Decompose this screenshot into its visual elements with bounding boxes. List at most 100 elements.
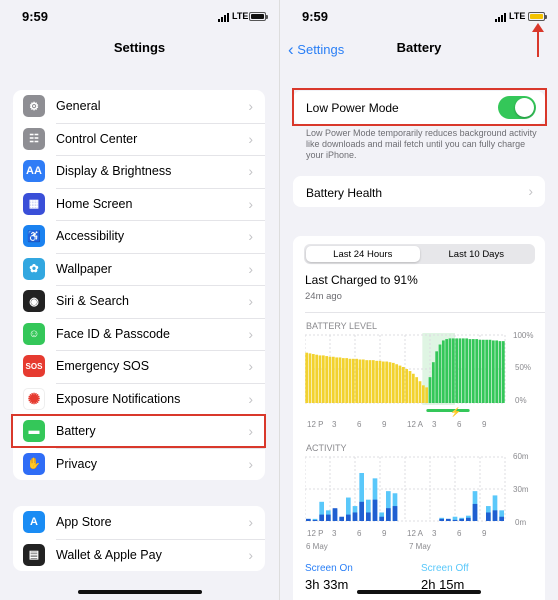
battery-bar [335, 357, 339, 403]
battery-bar [391, 362, 395, 403]
settings-row-face-id-passcode[interactable]: ☺ Face ID & Passcode › [13, 317, 265, 351]
chevron-right-icon: › [248, 195, 253, 212]
activity-bar-screen-off [392, 506, 398, 521]
battery-bar [405, 369, 409, 403]
tab-last-24-hours[interactable]: Last 24 Hours [306, 246, 420, 262]
battery-status-icon [249, 12, 268, 21]
charging-indicator [426, 409, 470, 412]
exposure-icon: ✺ [23, 387, 45, 410]
x-tick: 6 [357, 529, 362, 538]
x-tick: 9 [382, 420, 387, 429]
x-tick: 9 [482, 420, 487, 429]
tab-last-10-days[interactable]: Last 10 Days [420, 246, 534, 262]
activity-bar-screen-off [492, 510, 498, 521]
battery-bar [475, 339, 479, 403]
chevron-right-icon: › [248, 260, 253, 277]
settings-row-siri-search[interactable]: ◉ Siri & Search › [13, 285, 265, 318]
settings-group-store: A App Store › ▤ Wallet & Apple Pay › [13, 506, 265, 571]
settings-row-control-center[interactable]: ☷ Control Center › [13, 122, 265, 156]
y-tick: 100% [513, 331, 534, 340]
battery-bar [425, 387, 429, 403]
battery-bar [408, 371, 412, 403]
control-center-icon: ☷ [23, 127, 45, 150]
settings-row-wallet-apple-pay[interactable]: ▤ Wallet & Apple Pay › [13, 538, 265, 572]
settings-row-label: App Store [56, 515, 112, 530]
screen-on-value: 3h 33m [305, 577, 349, 592]
home-indicator [357, 590, 481, 594]
battery-highlight-box [11, 414, 266, 448]
battery-bar [385, 361, 389, 403]
settings-row-wallpaper[interactable]: ✿ Wallpaper › [13, 252, 265, 286]
chevron-right-icon: › [248, 98, 253, 115]
battery-bar [411, 373, 415, 403]
battery-bar [431, 362, 435, 403]
x-tick: 12 P [307, 420, 324, 429]
battery-health-row[interactable]: Battery Health › [293, 176, 545, 207]
y-tick: 0% [515, 396, 527, 405]
settings-row-emergency-sos[interactable]: SOS Emergency SOS › [13, 350, 265, 383]
date-label: 6 May [306, 542, 328, 551]
hand-icon: ✋ [23, 452, 45, 475]
network-label: LTE [232, 11, 249, 21]
battery-bar [321, 355, 325, 403]
battery-bar [495, 340, 499, 403]
battery-screen: 9:59 LTE ‹ Settings Battery Low Power Mo… [279, 0, 558, 600]
last-charged-ago: 24m ago [305, 291, 342, 302]
activity-bar-screen-off [452, 519, 458, 521]
y-tick: 60m [513, 452, 529, 461]
battery-bar [441, 340, 445, 403]
activity-bar-screen-off [459, 518, 464, 521]
activity-bar-screen-off [332, 508, 338, 521]
chevron-right-icon: › [248, 390, 253, 407]
sos-icon: SOS [23, 355, 45, 377]
settings-row-display-brightness[interactable]: AA Display & Brightness › [13, 155, 265, 188]
settings-row-home-screen[interactable]: ▦ Home Screen › [13, 187, 265, 221]
settings-row-general[interactable]: ⚙ General › [13, 90, 265, 123]
accessibility-icon: ♿ [23, 225, 45, 247]
wallet-icon: ▤ [23, 543, 45, 566]
y-tick: 0m [515, 518, 527, 527]
battery-bar [445, 339, 449, 403]
x-tick: 3 [332, 529, 337, 538]
settings-row-accessibility[interactable]: ♿ Accessibility › [13, 220, 265, 253]
settings-row-label: Wallpaper [56, 261, 112, 276]
battery-bar [481, 339, 485, 403]
x-tick: 3 [432, 529, 437, 538]
charging-bolt-icon: ⚡ [450, 406, 461, 417]
activity-bar-screen-off [439, 518, 444, 521]
battery-bar [428, 377, 432, 403]
battery-bar [375, 360, 379, 403]
battery-bar [311, 354, 315, 403]
screen-on-label: Screen On [305, 563, 353, 574]
activity-bar-screen-off [346, 514, 351, 521]
display-icon: AA [23, 160, 45, 182]
settings-row-exposure-notifications[interactable]: ✺ Exposure Notifications › [13, 382, 265, 416]
settings-row-privacy[interactable]: ✋ Privacy › [13, 447, 265, 481]
battery-bar [348, 358, 352, 403]
usage-card: Last 24 Hours Last 10 Days Last Charged … [293, 236, 545, 600]
battery-bar [381, 361, 385, 403]
y-tick: 50% [515, 363, 532, 372]
home-screen-icon: ▦ [23, 192, 45, 215]
battery-bar [328, 356, 332, 403]
battery-bar [498, 341, 502, 403]
battery-bar [371, 360, 375, 403]
siri-icon: ◉ [23, 290, 45, 312]
chevron-right-icon: › [248, 358, 253, 375]
network-label: LTE [509, 11, 526, 21]
battery-bar [361, 359, 365, 403]
activity-chart [305, 456, 506, 522]
settings-row-label: Home Screen [56, 196, 133, 211]
chevron-right-icon: › [528, 183, 533, 199]
activity-bar-screen-off [352, 512, 358, 521]
low-power-highlight-box [292, 88, 547, 126]
battery-bar [318, 355, 322, 403]
activity-bar-screen-off [499, 516, 504, 521]
battery-bar [455, 338, 459, 403]
home-indicator [77, 590, 202, 594]
y-tick: 30m [513, 485, 529, 494]
x-tick: 9 [382, 529, 387, 538]
settings-row-label: Privacy [56, 456, 97, 471]
settings-row-app-store[interactable]: A App Store › [13, 506, 265, 539]
signal-icon [218, 13, 229, 22]
